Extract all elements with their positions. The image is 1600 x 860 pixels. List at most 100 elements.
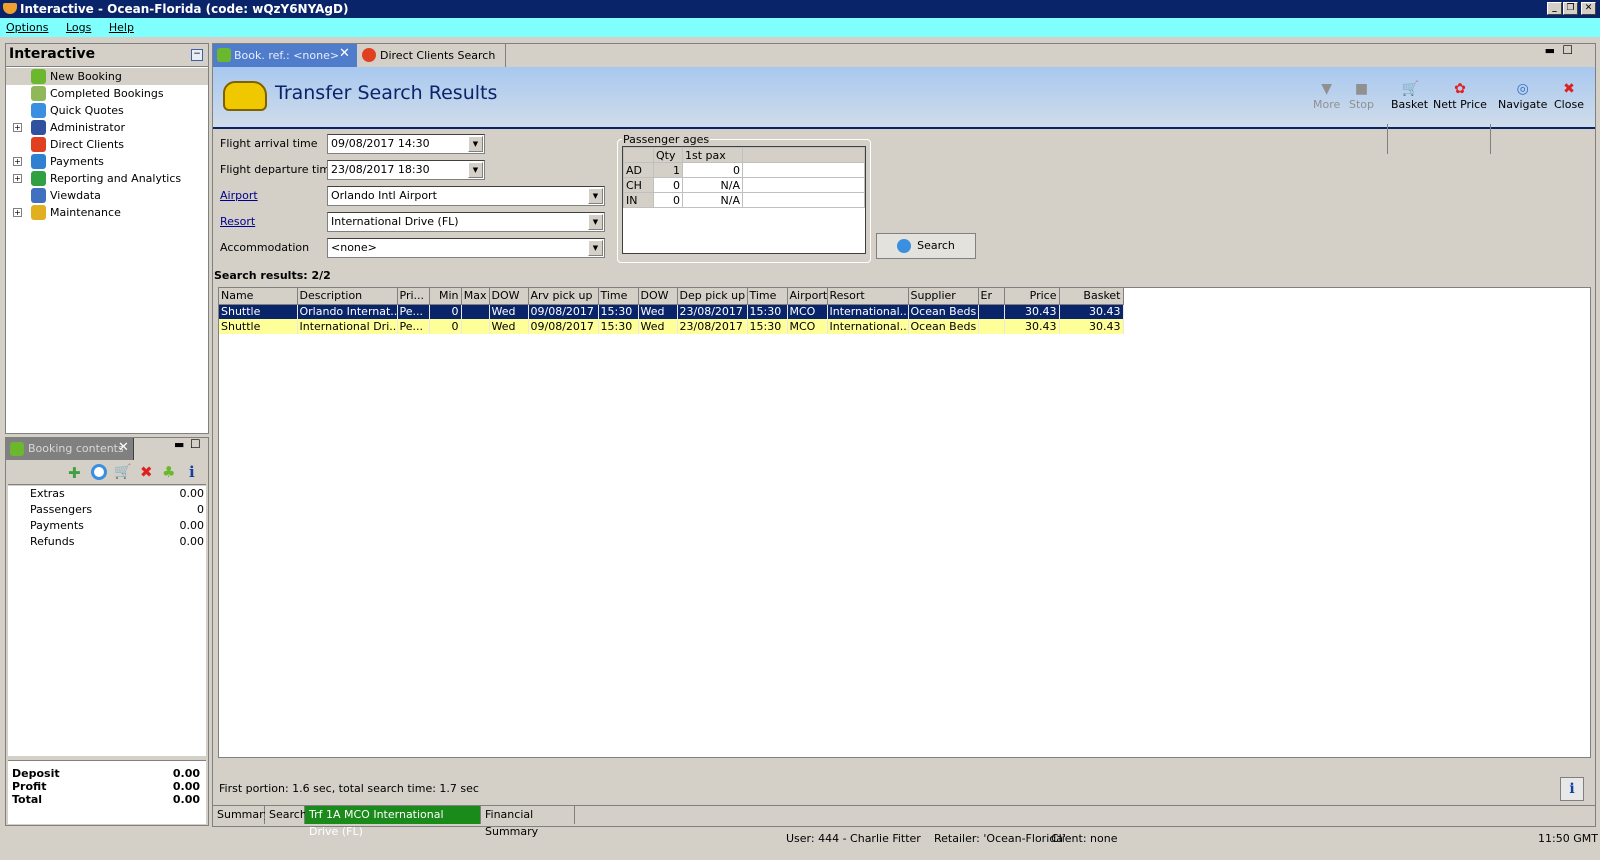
add-icon[interactable]: ✚ (68, 464, 81, 482)
column-header[interactable]: Time (747, 288, 788, 305)
accommodation-select[interactable]: <none> ▼ (327, 238, 605, 258)
booking-contents-list: Extras 0.00 Passengers 0 Payments 0.00 Refunds… (8, 486, 206, 756)
column-header[interactable]: Er (978, 288, 1005, 305)
resort-select[interactable]: International Drive (FL) ▼ (327, 212, 605, 232)
header-band: Transfer Search Results (213, 67, 1595, 129)
pax-cell[interactable]: 0 (653, 192, 683, 208)
column-header[interactable]: Airport (787, 288, 828, 305)
bottom-tab[interactable]: Trf 1A MCO International Drive (FL) (305, 806, 481, 838)
booking-row-label: Extras (30, 487, 65, 500)
column-header[interactable]: Supplier (908, 288, 979, 305)
dropdown-arrow-icon[interactable]: ▼ (588, 240, 603, 256)
nav-item-viewdata[interactable]: Viewdata (6, 187, 208, 204)
column-header[interactable]: DOW (489, 288, 529, 305)
flight-arrival-input[interactable]: 09/08/2017 14:30 ▼ (327, 134, 485, 154)
table-row[interactable]: Shuttle International Dri... Pe... 0 Wed 09/0… (219, 319, 1124, 334)
pax-cell-blank (742, 177, 865, 193)
nav-item-reporting-and-analytics[interactable]: + Reporting and Analytics (6, 170, 208, 187)
delete-icon[interactable]: ✖ (140, 463, 153, 481)
airport-link[interactable]: Airport (220, 186, 258, 206)
minimize-main-button[interactable]: ▬ (1545, 44, 1555, 57)
collapse-panel-button[interactable]: − (191, 49, 203, 61)
dropdown-arrow-icon[interactable]: ▼ (468, 136, 483, 152)
nav-item-label: Quick Quotes (50, 104, 124, 117)
pax-cell[interactable]: N/A (682, 192, 743, 208)
column-header[interactable]: Resort (827, 288, 909, 305)
passenger-ages-title: Passenger ages (622, 133, 711, 146)
close-booking-tab-icon[interactable]: ✕ (118, 440, 129, 455)
table-cell: 30.43 (1004, 319, 1060, 334)
nav-item-label: Viewdata (50, 189, 101, 202)
bottom-tab[interactable]: Financial Summary (481, 806, 575, 838)
passenger-ages-group: Passenger ages Qty 1st pax AD 1 0 CH 0 N/A IN 0 N/… (617, 133, 871, 263)
nav-item-completed-bookings[interactable]: Completed Bookings (6, 85, 208, 102)
column-header[interactable]: Dep pick up (677, 288, 748, 305)
column-header[interactable]: Min (429, 288, 462, 305)
column-header[interactable]: Max (461, 288, 490, 305)
airport-select[interactable]: Orlando Intl Airport ▼ (327, 186, 605, 206)
close-window-button[interactable]: ✕ (1581, 2, 1596, 15)
pax-cell[interactable]: 0 (653, 177, 683, 193)
pax-cell[interactable]: N/A (682, 177, 743, 193)
expand-icon[interactable]: + (13, 174, 22, 183)
menu-logs[interactable]: Logs (66, 21, 91, 34)
close-button[interactable]: ✖ Close (1554, 82, 1584, 111)
column-header[interactable]: Price (1004, 288, 1060, 305)
nav-item-new-booking[interactable]: New Booking (6, 68, 208, 85)
maximize-panel-button[interactable]: ☐ (190, 437, 201, 451)
nav-item-administrator[interactable]: + Administrator (6, 119, 208, 136)
maximize-main-button[interactable]: ☐ (1562, 43, 1573, 57)
minimize-button[interactable]: _ (1547, 2, 1562, 15)
stop-button[interactable]: ■ Stop (1349, 82, 1374, 111)
column-header[interactable]: DOW (638, 288, 678, 305)
table-cell: 09/08/2017 (528, 304, 599, 319)
bottom-tab[interactable]: Summary (213, 806, 270, 824)
info-button[interactable]: i (1560, 777, 1584, 801)
expand-icon[interactable]: + (13, 157, 22, 166)
column-header[interactable]: Description (297, 288, 398, 305)
basket-transfer-icon[interactable]: 🛒 (114, 464, 131, 480)
info-icon[interactable]: i (189, 463, 195, 481)
resort-link[interactable]: Resort (220, 212, 255, 232)
clock-icon[interactable] (91, 464, 107, 480)
basket-button[interactable]: 🛒 Basket (1391, 82, 1428, 111)
navigate-button[interactable]: ◎ Navigate (1498, 82, 1547, 111)
restore-button[interactable]: ❐ (1563, 2, 1578, 15)
close-tab-icon[interactable]: ✕ (339, 46, 350, 61)
stop-icon: ■ (1354, 81, 1369, 97)
column-header[interactable]: Name (219, 288, 298, 305)
nav-item-direct-clients[interactable]: Direct Clients (6, 136, 208, 153)
menu-help[interactable]: Help (109, 21, 134, 34)
column-header[interactable]: Basket (1059, 288, 1124, 305)
tab-direct-clients-search[interactable]: Direct Clients Search (358, 44, 506, 67)
bottom-tab[interactable]: Search (265, 806, 307, 824)
nett-price-button[interactable]: ✿ Nett Price (1433, 82, 1487, 111)
expand-icon[interactable]: + (13, 123, 22, 132)
pax-cell[interactable]: 0 (682, 162, 743, 178)
dropdown-arrow-icon[interactable]: ▼ (468, 162, 483, 178)
table-cell: International Dri... (297, 319, 398, 334)
table-cell: 09/08/2017 (528, 319, 599, 334)
flight-departure-input[interactable]: 23/08/2017 18:30 ▼ (327, 160, 485, 180)
nav-item-payments[interactable]: + Payments (6, 153, 208, 170)
runner-icon (31, 120, 46, 135)
column-header[interactable]: Time (598, 288, 639, 305)
dropdown-arrow-icon[interactable]: ▼ (588, 188, 603, 204)
booking-contents-tab[interactable]: Booking contents ✕ (6, 438, 134, 460)
column-header[interactable]: Arv pick up (528, 288, 599, 305)
search-button[interactable]: Search (876, 233, 976, 259)
more-button[interactable]: ▼ More (1313, 82, 1340, 111)
menu-options[interactable]: Options (6, 21, 48, 34)
tab-booking[interactable]: Book. ref.: <none> ✕ (213, 44, 357, 67)
nav-item-maintenance[interactable]: + Maintenance (6, 204, 208, 221)
menu-bar: Options Logs Help (0, 18, 1600, 37)
dropdown-arrow-icon[interactable]: ▼ (588, 214, 603, 230)
pax-cell[interactable]: 1 (653, 162, 683, 178)
minimize-panel-button[interactable]: ▬ (174, 438, 184, 451)
palm-tree-icon[interactable]: ♣ (162, 463, 175, 481)
pax-row: AD 1 0 (623, 162, 865, 178)
table-row[interactable]: Shuttle Orlando Internat... Pe... 0 Wed 09/08… (219, 304, 1124, 319)
expand-icon[interactable]: + (13, 208, 22, 217)
nav-item-quick-quotes[interactable]: Quick Quotes (6, 102, 208, 119)
column-header[interactable]: Pri... (397, 288, 430, 305)
